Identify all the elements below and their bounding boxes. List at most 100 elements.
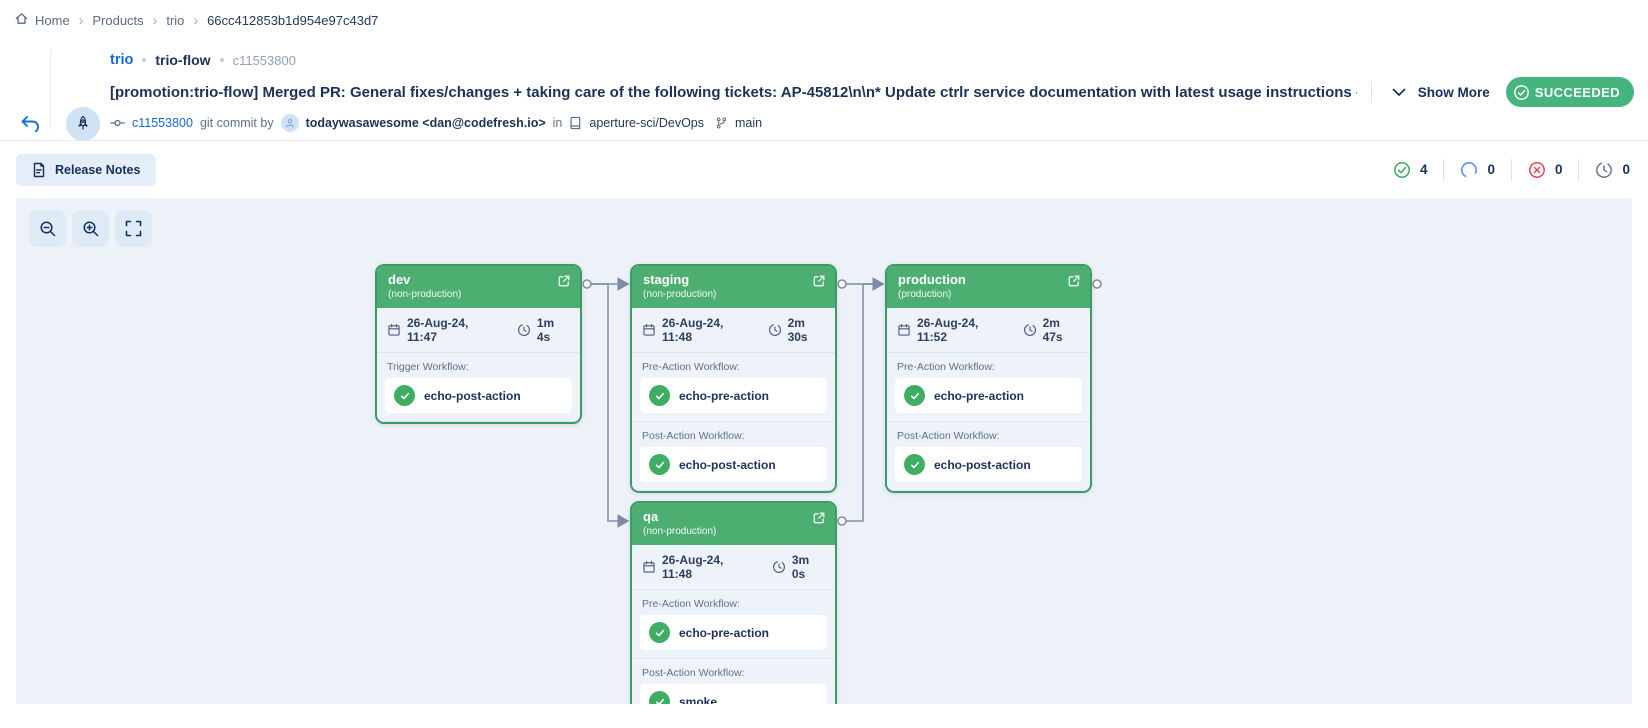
back-button[interactable] [17, 111, 43, 137]
check-circle-icon [1393, 161, 1411, 179]
breadcrumb-separator: › [153, 12, 158, 28]
count-divider [1443, 159, 1444, 181]
breadcrumb-item-product[interactable]: trio [166, 13, 184, 28]
breadcrumb: Home › Products › trio › 66cc412853b1d95… [0, 0, 1648, 40]
workflow-section-label: Pre-Action Workflow: [897, 361, 1080, 373]
workflow-section: Pre-Action Workflow: echo-pre-action [632, 590, 835, 659]
duration-icon [517, 323, 531, 337]
workflow-row[interactable]: echo-pre-action [895, 378, 1082, 413]
external-link-icon[interactable] [812, 511, 826, 530]
dot-separator [142, 58, 146, 62]
count-value: 0 [1487, 162, 1495, 177]
flow-name: trio-flow [155, 52, 210, 68]
workflow-name: echo-pre-action [679, 626, 769, 640]
release-notes-label: Release Notes [55, 163, 140, 177]
status-badge: SUCCEEDED [1506, 77, 1634, 107]
count-divider [1578, 159, 1579, 181]
commit-author: todaywasawesome <dan@codefresh.io> [306, 116, 546, 130]
workflow-row[interactable]: echo-post-action [640, 447, 827, 482]
release-header: trio trio-flow c11553800 [promotion:trio… [0, 40, 1648, 140]
workflow-section-label: Pre-Action Workflow: [642, 598, 825, 610]
env-type: (non-production) [643, 525, 812, 538]
workflow-section: Pre-Action Workflow: echo-pre-action [632, 353, 835, 422]
header-divider [50, 50, 51, 130]
env-meta-row: 26-Aug-24, 11:471m 4s [377, 308, 580, 353]
workflow-name: echo-post-action [679, 458, 776, 472]
workflow-section: Post-Action Workflow: smoke [632, 659, 835, 704]
external-link-icon[interactable] [812, 274, 826, 293]
env-card-header: staging(non-production) [632, 266, 835, 308]
release-notes-button[interactable]: Release Notes [16, 154, 156, 186]
product-link[interactable]: trio [110, 52, 133, 68]
release-toolbar: Release Notes 4 0 [0, 140, 1648, 198]
env-meta-row: 26-Aug-24, 11:522m 47s [887, 308, 1090, 353]
branch-icon [715, 116, 728, 130]
workflow-section-label: Pre-Action Workflow: [642, 361, 825, 373]
rocket-icon [66, 107, 100, 141]
workflow-success-icon [649, 385, 670, 406]
workflow-row[interactable]: echo-pre-action [640, 378, 827, 413]
workflow-row[interactable]: echo-post-action [895, 447, 1082, 482]
count-running: 0 [1460, 161, 1495, 179]
canvas-controls [29, 210, 152, 247]
error-circle-icon [1528, 161, 1546, 179]
env-card-dev[interactable]: dev(non-production)26-Aug-24, 11:471m 4s… [375, 264, 582, 424]
breadcrumb-item-products[interactable]: Products [92, 13, 143, 28]
external-link-icon[interactable] [557, 274, 571, 293]
release-id: c11553800 [233, 53, 296, 68]
breadcrumb-item-release-id: 66cc412853b1d954e97c43d7 [207, 13, 378, 28]
env-type: (production) [898, 288, 1067, 301]
zoom-in-button[interactable] [72, 210, 109, 247]
workflow-name: echo-post-action [424, 389, 521, 403]
workflow-success-icon [904, 454, 925, 475]
status-counts: 4 0 0 [1393, 159, 1630, 181]
env-date: 26-Aug-24, 11:48 [662, 316, 751, 344]
commit-link[interactable]: c11553800 [132, 116, 193, 130]
zoom-out-button[interactable] [29, 210, 66, 247]
breadcrumb-item-home[interactable]: Home [14, 11, 70, 29]
workflow-row[interactable]: echo-pre-action [640, 615, 827, 650]
env-card-header: dev(non-production) [377, 266, 580, 308]
chevron-down-icon[interactable] [1388, 81, 1410, 103]
count-pending: 0 [1595, 161, 1630, 179]
calendar-icon [387, 323, 401, 337]
status-badge-label: SUCCEEDED [1535, 85, 1620, 100]
env-date: 26-Aug-24, 11:47 [407, 316, 500, 344]
duration-icon [772, 560, 786, 574]
workflow-row[interactable]: smoke [640, 684, 827, 704]
env-card-qa[interactable]: qa(non-production)26-Aug-24, 11:483m 0sP… [630, 501, 837, 704]
env-name: dev [388, 272, 557, 288]
env-date: 26-Aug-24, 11:48 [662, 553, 755, 581]
spinner-icon [1460, 161, 1478, 179]
external-link-icon[interactable] [1067, 274, 1081, 293]
workflow-success-icon [649, 454, 670, 475]
title-row: trio trio-flow c11553800 [110, 50, 1634, 70]
count-succeeded: 4 [1393, 161, 1428, 179]
workflow-success-icon [904, 385, 925, 406]
workflow-section: Trigger Workflow:echo-post-action [377, 353, 580, 422]
duration-icon [1023, 323, 1037, 337]
env-card-staging[interactable]: staging(non-production)26-Aug-24, 11:482… [630, 264, 837, 493]
env-name: qa [643, 509, 812, 525]
workflow-success-icon [649, 691, 670, 704]
count-value: 0 [1555, 162, 1563, 177]
show-more-button[interactable]: Show More [1418, 85, 1490, 100]
env-meta-row: 26-Aug-24, 11:483m 0s [632, 545, 835, 590]
workflow-section-label: Post-Action Workflow: [642, 430, 825, 442]
workflow-section-label: Post-Action Workflow: [642, 667, 825, 679]
commit-message: [promotion:trio-flow] Merged PR: General… [110, 84, 1357, 101]
breadcrumb-separator: › [79, 12, 84, 28]
env-name: staging [643, 272, 812, 288]
env-name: production [898, 272, 1067, 288]
env-card-header: qa(non-production) [632, 503, 835, 545]
breadcrumb-label: Home [35, 13, 70, 28]
env-meta-row: 26-Aug-24, 11:482m 30s [632, 308, 835, 353]
env-card-production[interactable]: production(production) 26-Aug-24, 11:522m… [885, 264, 1092, 493]
workflow-name: echo-pre-action [679, 389, 769, 403]
badge-check-icon [1513, 84, 1530, 101]
env-date: 26-Aug-24, 11:52 [917, 316, 1006, 344]
workflow-row[interactable]: echo-post-action [385, 378, 572, 413]
count-value: 4 [1420, 162, 1428, 177]
fit-view-button[interactable] [115, 210, 152, 247]
workflow-section: Post-Action Workflow: echo-post-action [632, 422, 835, 491]
